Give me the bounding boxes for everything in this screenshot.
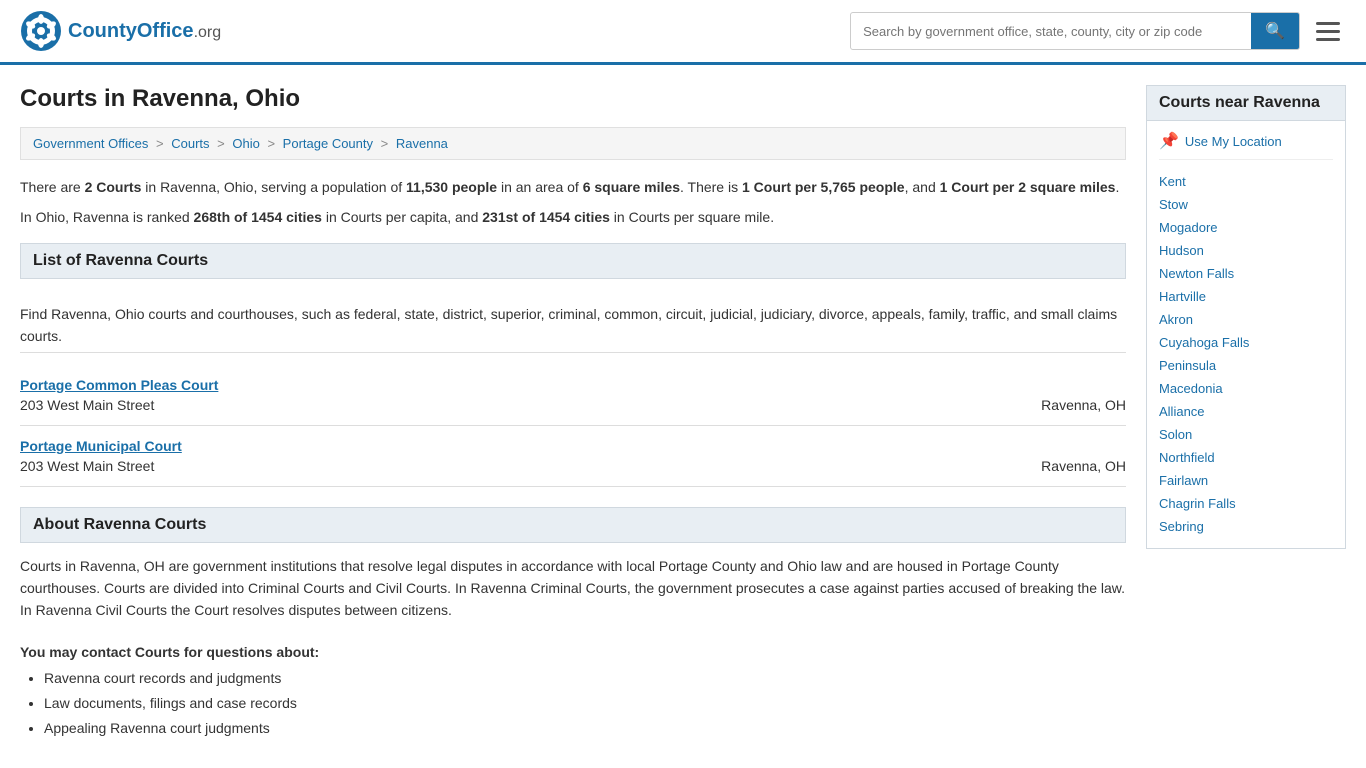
court-link-2[interactable]: Portage Municipal Court (20, 438, 182, 454)
logo-text: CountyOffice.org (68, 20, 221, 43)
stats-para-2: In Ohio, Ravenna is ranked 268th of 1454… (20, 206, 1126, 228)
sidebar-link-hudson[interactable]: Hudson (1159, 239, 1333, 262)
court-count: 2 Courts (85, 179, 142, 195)
list-header: List of Ravenna Courts (20, 243, 1126, 279)
use-my-location-link[interactable]: 📌 Use My Location (1159, 131, 1333, 160)
about-text: Courts in Ravenna, OH are government ins… (20, 543, 1126, 634)
area: 6 square miles (583, 179, 680, 195)
breadcrumb: Government Offices > Courts > Ohio > Por… (20, 127, 1126, 160)
contact-item-1: Ravenna court records and judgments (44, 666, 1126, 691)
court-address-1: 203 West Main Street (20, 397, 154, 413)
court-item-2: Portage Municipal Court 203 West Main St… (20, 426, 1126, 487)
sidebar-link-stow[interactable]: Stow (1159, 193, 1333, 216)
stats-section: There are 2 Courts in Ravenna, Ohio, ser… (20, 176, 1126, 229)
court-link-1[interactable]: Portage Common Pleas Court (20, 377, 218, 393)
contact-item-3: Appealing Ravenna court judgments (44, 716, 1126, 741)
search-box: 🔍 (850, 12, 1300, 50)
court-details-2: 203 West Main Street Ravenna, OH (20, 458, 1126, 474)
header-right: 🔍 (850, 12, 1346, 50)
breadcrumb-link-ravenna[interactable]: Ravenna (396, 136, 448, 151)
sidebar-link-sebring[interactable]: Sebring (1159, 515, 1333, 538)
court-item-1: Portage Common Pleas Court 203 West Main… (20, 365, 1126, 426)
sidebar-link-fairlawn[interactable]: Fairlawn (1159, 469, 1333, 492)
sidebar-link-peninsula[interactable]: Peninsula (1159, 354, 1333, 377)
menu-bar-1 (1316, 22, 1340, 25)
sidebar-link-chagrin-falls[interactable]: Chagrin Falls (1159, 492, 1333, 515)
breadcrumb-link-gov[interactable]: Government Offices (33, 136, 148, 151)
sidebar: Courts near Ravenna 📌 Use My Location Ke… (1146, 85, 1346, 741)
contact-header: You may contact Courts for questions abo… (20, 644, 1126, 660)
sidebar-link-newton-falls[interactable]: Newton Falls (1159, 262, 1333, 285)
menu-button[interactable] (1310, 16, 1346, 47)
sidebar-link-akron[interactable]: Akron (1159, 308, 1333, 331)
court-location-1: Ravenna, OH (1041, 397, 1126, 413)
about-section: About Ravenna Courts Courts in Ravenna, … (20, 507, 1126, 742)
court-details-1: 203 West Main Street Ravenna, OH (20, 397, 1126, 413)
about-header: About Ravenna Courts (20, 507, 1126, 543)
rank-capita: 268th of 1454 cities (194, 209, 322, 225)
sidebar-content: 📌 Use My Location Kent Stow Mogadore Hud… (1146, 121, 1346, 549)
location-pin-icon: 📌 (1159, 131, 1179, 151)
court-location-2: Ravenna, OH (1041, 458, 1126, 474)
main-container: Courts in Ravenna, Ohio Government Offic… (0, 65, 1366, 741)
sidebar-link-solon[interactable]: Solon (1159, 423, 1333, 446)
per-capita: 1 Court per 5,765 people (742, 179, 905, 195)
search-icon: 🔍 (1265, 23, 1285, 40)
list-description: Find Ravenna, Ohio courts and courthouse… (20, 291, 1126, 353)
sidebar-link-hartville[interactable]: Hartville (1159, 285, 1333, 308)
sidebar-title: Courts near Ravenna (1146, 85, 1346, 121)
search-input[interactable] (851, 16, 1251, 47)
stats-para-1: There are 2 Courts in Ravenna, Ohio, ser… (20, 176, 1126, 198)
page-title: Courts in Ravenna, Ohio (20, 85, 1126, 113)
contact-item-2: Law documents, filings and case records (44, 691, 1126, 716)
logo-area: CountyOffice.org (20, 10, 221, 52)
menu-bar-3 (1316, 38, 1340, 41)
contact-list: Ravenna court records and judgments Law … (20, 666, 1126, 742)
sidebar-link-mogadore[interactable]: Mogadore (1159, 216, 1333, 239)
courts-list: List of Ravenna Courts Find Ravenna, Ohi… (20, 243, 1126, 487)
sidebar-link-macedonia[interactable]: Macedonia (1159, 377, 1333, 400)
search-button[interactable]: 🔍 (1251, 13, 1299, 49)
logo-icon (20, 10, 62, 52)
sidebar-link-northfield[interactable]: Northfield (1159, 446, 1333, 469)
sidebar-link-kent[interactable]: Kent (1159, 170, 1333, 193)
menu-bar-2 (1316, 30, 1340, 33)
court-name-2: Portage Municipal Court (20, 438, 1126, 454)
use-location-label: Use My Location (1185, 134, 1282, 149)
court-address-2: 203 West Main Street (20, 458, 154, 474)
content: Courts in Ravenna, Ohio Government Offic… (20, 85, 1126, 741)
breadcrumb-link-ohio[interactable]: Ohio (232, 136, 259, 151)
sidebar-link-alliance[interactable]: Alliance (1159, 400, 1333, 423)
breadcrumb-link-portage[interactable]: Portage County (283, 136, 373, 151)
population: 11,530 people (406, 179, 497, 195)
court-name-1: Portage Common Pleas Court (20, 377, 1126, 393)
header: CountyOffice.org 🔍 (0, 0, 1366, 65)
sidebar-link-cuyahoga-falls[interactable]: Cuyahoga Falls (1159, 331, 1333, 354)
breadcrumb-link-courts[interactable]: Courts (171, 136, 209, 151)
per-area: 1 Court per 2 square miles (940, 179, 1116, 195)
rank-area: 231st of 1454 cities (482, 209, 610, 225)
